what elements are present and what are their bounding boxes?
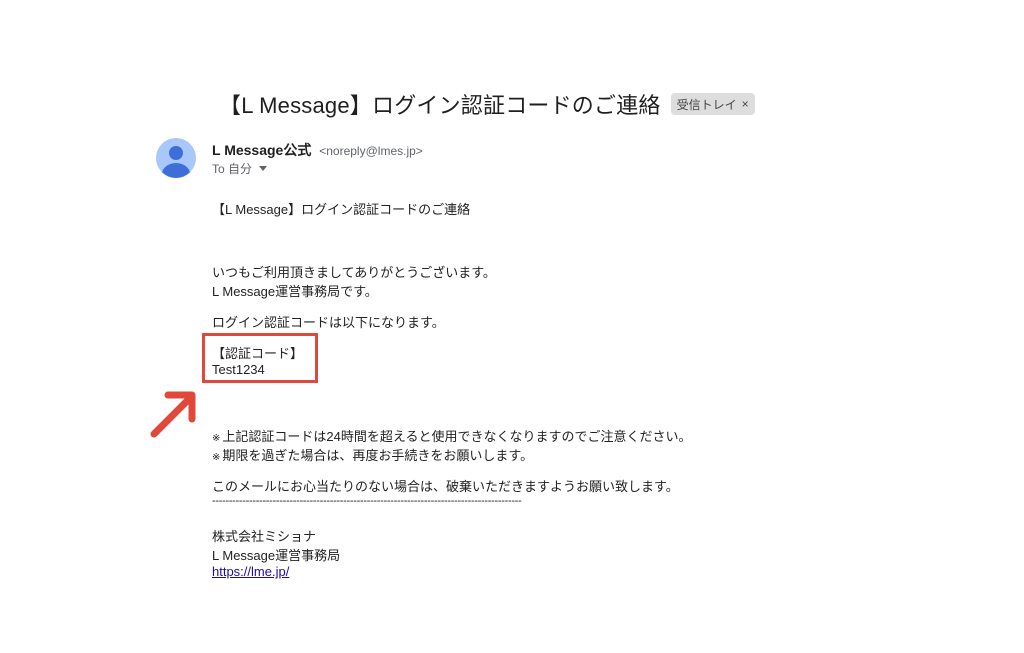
chevron-down-icon[interactable] [259,166,268,171]
sender-email: <noreply@lmes.jp> [319,144,423,158]
recipient-text: To 自分 [212,162,253,176]
body-greeting-2: L Message運営事務局です。 [212,284,378,299]
recipient-line: To 自分 [212,160,268,177]
note-line-1: ※ 上記認証コードは24時間を超えると使用できなくなりますのでご注意ください。 [212,426,691,445]
body-separator: ----------------------------------------… [212,495,522,507]
body-closing: このメールにお心当たりのない場合は、破棄いただきますようお願い致します。 [212,479,679,494]
code-highlight-box [202,333,318,383]
note-text-1: 上記認証コードは24時間を超えると使用できなくなりますのでご注意ください。 [222,429,692,444]
inbox-label-chip[interactable]: 受信トレイ × [670,93,755,115]
body-heading: 【L Message】ログイン認証コードのご連絡 [212,202,471,217]
inbox-label-text: 受信トレイ [676,97,737,112]
sender-name[interactable]: L Message公式 [212,142,311,158]
sender-avatar-icon[interactable] [156,138,196,178]
note-text-2: 期限を過ぎた場合は、再度お手続きをお願いします。 [222,448,534,463]
annotation-arrow-icon [150,391,196,438]
note-mark: ※ [212,452,221,463]
sender-line: L Message公式 <noreply@lmes.jp> [212,140,423,160]
note-mark: ※ [212,433,221,444]
signature-department: L Message運営事務局 [212,548,341,563]
signature-company: 株式会社ミショナ [212,529,317,544]
remove-label-icon[interactable]: × [742,97,749,111]
signature-url: https://lme.jp/ [212,564,289,579]
avatar-head [169,146,183,160]
body-intro: ログイン認証コードは以下になります。 [212,315,445,330]
avatar-body [162,163,190,178]
website-link[interactable]: https://lme.jp/ [212,564,289,579]
note-line-2: ※ 期限を過ぎた場合は、再度お手続きをお願いします。 [212,445,533,464]
body-greeting-1: いつもご利用頂きましてありがとうございます。 [212,265,496,280]
email-subject-row: 【L Message】ログイン認証コードのご連絡 受信トレイ × [219,88,755,120]
email-subject: 【L Message】ログイン認証コードのご連絡 [219,93,661,118]
